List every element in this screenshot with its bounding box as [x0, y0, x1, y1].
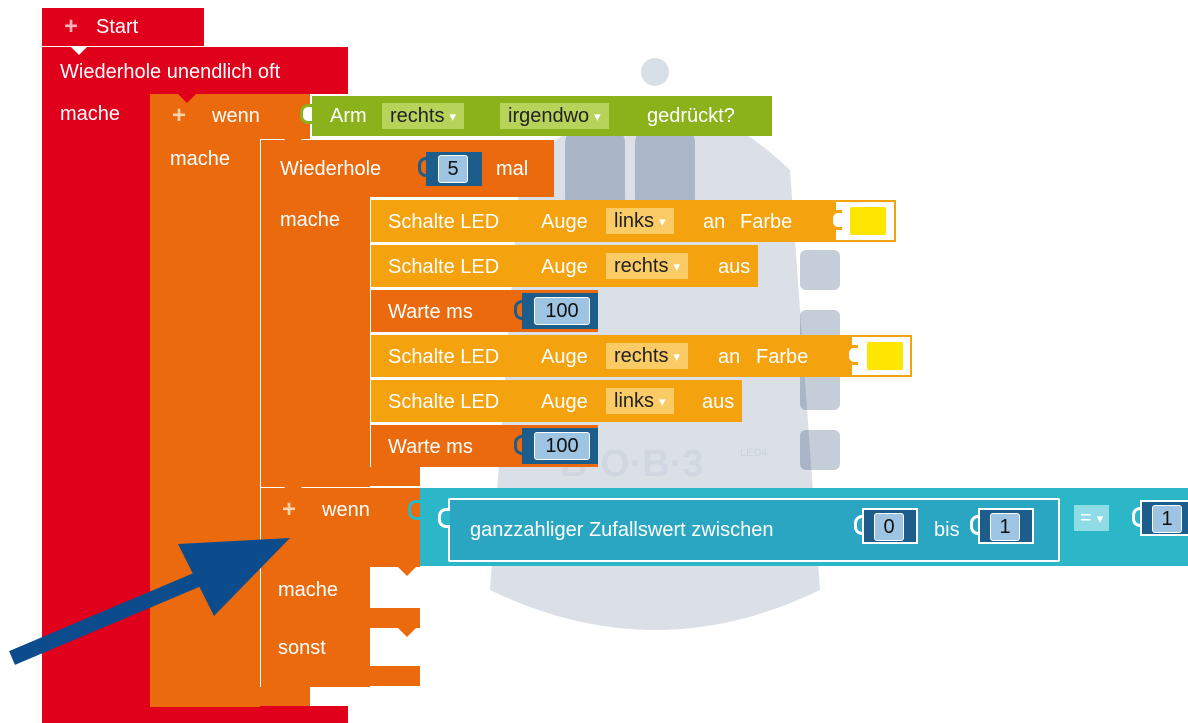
forever-top-notch	[70, 46, 88, 55]
led-off-left-state: aus	[702, 391, 735, 413]
start-add-icon[interactable]: +	[64, 15, 78, 39]
led-on-left-color-connector	[830, 210, 842, 230]
if2-top-notch	[284, 487, 302, 496]
sensor-where-dropdown[interactable]: irgendwo ▾	[500, 103, 609, 129]
if2-add-icon[interactable]: +	[282, 498, 296, 522]
random-int-label: ganzzahliger Zufallswert zwischen	[470, 519, 774, 541]
compare-value-input[interactable]: 1	[1152, 505, 1182, 533]
repeat-mal-label: mal	[496, 158, 529, 180]
led-off-right-state: aus	[718, 256, 751, 278]
if1-add-icon[interactable]: +	[172, 104, 186, 128]
if1-mache-label: mache	[170, 148, 231, 170]
wait-2-label: Warte ms	[388, 436, 473, 458]
led-on-right-prefix: Schalte LED	[388, 346, 500, 368]
led-on-left-side-dropdown[interactable]: links ▾	[606, 208, 674, 234]
led-off-right-prefix: Schalte LED	[388, 256, 500, 278]
led-off-left-side-dropdown[interactable]: links ▾	[606, 388, 674, 414]
sensor-suffix-label: gedrückt?	[647, 105, 735, 127]
repeat-mache-label: mache	[280, 209, 341, 231]
led-on-left-prefix: Schalte LED	[388, 211, 500, 233]
led-off-left-prefix: Schalte LED	[388, 391, 500, 413]
led-on-right-eye: Auge	[541, 346, 588, 368]
wait-2-value-input[interactable]: 100	[534, 432, 590, 460]
led-on-left-state: an	[703, 211, 726, 233]
random-to-input[interactable]: 1	[990, 513, 1020, 541]
pointer-arrow-icon	[9, 538, 290, 665]
led-off-right-side-dropdown[interactable]: rechts ▾	[606, 253, 688, 279]
led-on-right-side-dropdown[interactable]: rechts ▾	[606, 343, 688, 369]
forever-label: Wiederhole unendlich oft	[60, 61, 281, 83]
if1-wenn-label: wenn	[212, 105, 260, 127]
led-on-right-color-swatch[interactable]	[867, 342, 903, 370]
if2-divider-mache	[370, 608, 420, 628]
random-int-connector	[438, 508, 450, 528]
led-on-right-color-label: Farbe	[756, 346, 809, 368]
led-off-right-eye: Auge	[541, 256, 588, 278]
sensor-side-dropdown[interactable]: rechts ▾	[382, 103, 464, 129]
led-on-left-eye: Auge	[541, 211, 588, 233]
random-bis-label: bis	[934, 519, 960, 541]
repeat-count-input[interactable]: 5	[438, 155, 468, 183]
led-on-left-color-label: Farbe	[740, 211, 793, 233]
sensor-connector	[300, 104, 312, 124]
led-on-left-color-swatch[interactable]	[850, 207, 886, 235]
repeat-top-notch	[284, 139, 302, 148]
wait-1-value-input[interactable]: 100	[534, 297, 590, 325]
random-from-input[interactable]: 0	[874, 513, 904, 541]
if1-bottom	[150, 686, 310, 706]
if2-mache-notch	[398, 567, 416, 576]
repeat-left-bar	[260, 197, 370, 487]
start-label: Start	[96, 16, 139, 38]
led-on-right-state: an	[718, 346, 741, 368]
led-off-left-eye: Auge	[541, 391, 588, 413]
if2-sonst-notch	[398, 628, 416, 637]
led-on-right-color-connector	[846, 345, 858, 365]
robot-led-label: LED4	[740, 447, 768, 459]
compare-connector	[408, 500, 420, 520]
repeat-label: Wiederhole	[280, 158, 382, 180]
if2-wenn-label: wenn	[322, 499, 370, 521]
forever-bottom	[42, 706, 348, 723]
sensor-arm-label: Arm	[330, 105, 367, 127]
forever-mache-label: mache	[60, 103, 121, 125]
wait-1-label: Warte ms	[388, 301, 473, 323]
compare-operator-dropdown[interactable]: = ▾	[1074, 505, 1110, 531]
